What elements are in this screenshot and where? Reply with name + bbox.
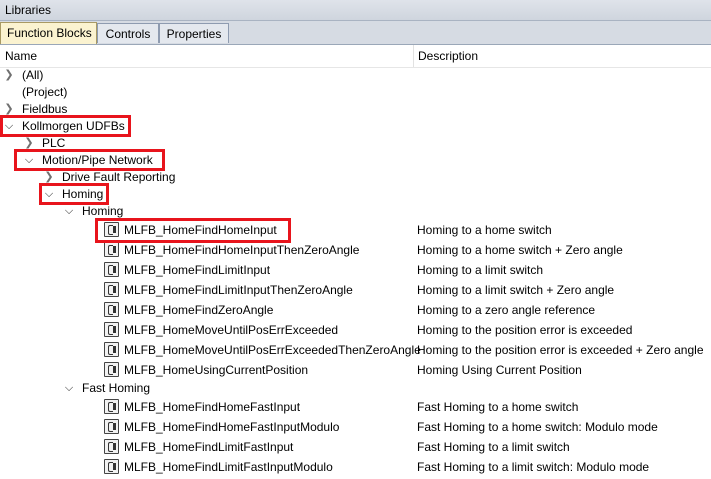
panel-title: Libraries — [5, 3, 52, 17]
function-block-icon — [104, 242, 119, 257]
tree-item-label: Homing — [82, 204, 124, 218]
highlight-box-homefindhomeinput — [95, 218, 291, 243]
block-row[interactable]: MLFB_HomeFindLimitInput Homing to a limi… — [0, 262, 711, 280]
tab-bar: Function Blocks Controls Properties — [0, 21, 711, 45]
tab-properties[interactable]: Properties — [159, 23, 229, 43]
function-block-icon — [104, 399, 119, 414]
chevron-right-icon[interactable]: ❯ — [23, 136, 35, 150]
block-description: Homing to a home switch — [417, 223, 552, 237]
tree-item-label: (All) — [22, 68, 44, 82]
block-description: Fast Homing to a home switch — [417, 400, 579, 414]
block-name: MLFB_HomeFindHomeInputThenZeroAngle — [124, 243, 360, 257]
tree-item-label: (Project) — [22, 85, 68, 99]
block-description: Homing to a limit switch — [417, 263, 544, 277]
block-row[interactable]: MLFB_HomeMoveUntilPosErrExceededThenZero… — [0, 342, 711, 360]
function-block-icon — [104, 439, 119, 454]
tree-item-label: Drive Fault Reporting — [62, 170, 176, 184]
block-description: Homing to the position error is exceeded… — [417, 343, 704, 357]
block-name: MLFB_HomeFindLimitInputThenZeroAngle — [124, 283, 353, 297]
highlight-box-kollmorgen — [0, 115, 131, 137]
block-row[interactable]: MLFB_HomeUsingCurrentPosition Homing Usi… — [0, 362, 711, 380]
chevron-right-icon[interactable]: ❯ — [3, 68, 15, 82]
block-name: MLFB_HomeFindHomeFastInputModulo — [124, 420, 340, 434]
tree-item-label: Fieldbus — [22, 102, 68, 116]
tree-item-fast-homing[interactable]: ⌵ Fast Homing — [0, 380, 711, 398]
function-block-icon — [104, 322, 119, 337]
block-row[interactable]: MLFB_HomeFindHomeFastInput Fast Homing t… — [0, 399, 711, 417]
block-description: Fast Homing to a limit switch — [417, 440, 570, 454]
block-name: MLFB_HomeFindLimitInput — [124, 263, 271, 277]
block-name: MLFB_HomeFindHomeFastInput — [124, 400, 301, 414]
chevron-right-icon[interactable]: ❯ — [3, 102, 15, 116]
highlight-box-motion — [14, 149, 165, 171]
function-block-icon — [104, 362, 119, 377]
tab-controls[interactable]: Controls — [97, 23, 159, 43]
block-row[interactable]: MLFB_HomeFindHomeFastInputModulo Fast Ho… — [0, 419, 711, 437]
tree-item-all[interactable]: ❯ (All) — [0, 67, 711, 85]
block-description: Homing to a zero angle reference — [417, 303, 596, 317]
chevron-down-icon[interactable]: ⌵ — [63, 204, 75, 218]
block-row[interactable]: MLFB_HomeMoveUntilPosErrExceeded Homing … — [0, 322, 711, 340]
chevron-down-icon[interactable]: ⌵ — [63, 381, 75, 395]
column-header-description[interactable]: Description — [418, 49, 478, 63]
block-row[interactable]: MLFB_HomeFindLimitInputThenZeroAngle Hom… — [0, 282, 711, 300]
block-name: MLFB_HomeFindLimitFastInputModulo — [124, 460, 333, 474]
column-divider[interactable] — [413, 45, 414, 67]
tree-item-label: Fast Homing — [82, 381, 151, 395]
block-row[interactable]: MLFB_HomeFindLimitFastInput Fast Homing … — [0, 439, 711, 457]
block-name: MLFB_HomeMoveUntilPosErrExceeded — [124, 323, 339, 337]
chevron-right-icon[interactable]: ❯ — [43, 170, 55, 184]
panel-titlebar: Libraries — [0, 0, 711, 21]
block-name: MLFB_HomeFindZeroAngle — [124, 303, 274, 317]
function-block-icon — [104, 282, 119, 297]
block-description: Fast Homing to a limit switch: Modulo mo… — [417, 460, 650, 474]
block-name: MLFB_HomeMoveUntilPosErrExceededThenZero… — [124, 343, 421, 357]
block-row[interactable]: MLFB_HomeFindZeroAngle Homing to a zero … — [0, 302, 711, 320]
column-header: Name Description — [0, 45, 711, 68]
block-name: MLFB_HomeFindLimitFastInput — [124, 440, 294, 454]
function-block-icon — [104, 459, 119, 474]
block-description: Homing to a home switch + Zero angle — [417, 243, 623, 257]
block-description: Homing to the position error is exceeded — [417, 323, 633, 337]
block-name: MLFB_HomeUsingCurrentPosition — [124, 363, 309, 377]
function-block-icon — [104, 262, 119, 277]
tree-item-project[interactable]: (Project) — [0, 84, 711, 102]
highlight-box-homing — [39, 183, 109, 205]
function-block-icon — [104, 342, 119, 357]
block-description: Fast Homing to a home switch: Modulo mod… — [417, 420, 658, 434]
block-row[interactable]: MLFB_HomeFindLimitFastInputModulo Fast H… — [0, 459, 711, 477]
tab-function-blocks[interactable]: Function Blocks — [0, 22, 97, 44]
block-description: Homing to a limit switch + Zero angle — [417, 283, 615, 297]
function-block-icon — [104, 419, 119, 434]
block-description: Homing Using Current Position — [417, 363, 582, 377]
tree-item-label: PLC — [42, 136, 66, 150]
function-block-icon — [104, 302, 119, 317]
column-header-name[interactable]: Name — [5, 49, 37, 63]
block-row[interactable]: MLFB_HomeFindHomeInputThenZeroAngle Homi… — [0, 242, 711, 260]
